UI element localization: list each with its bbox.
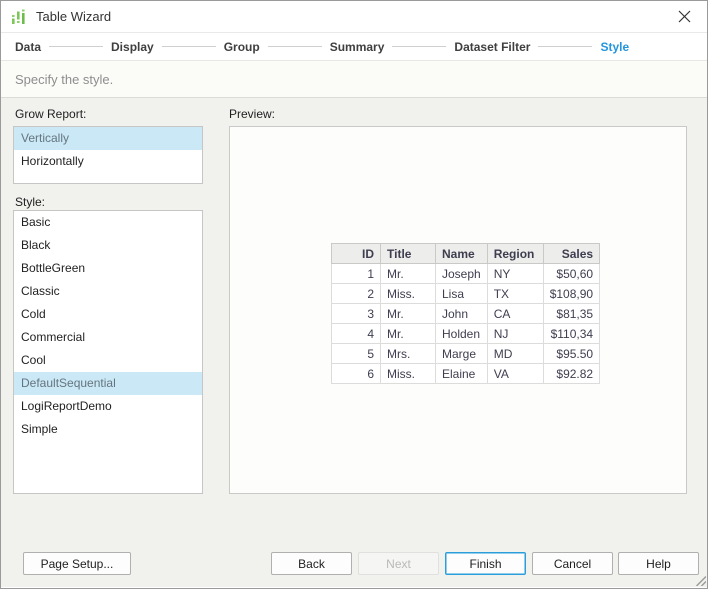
preview-table-cell: John — [435, 303, 488, 324]
window-title: Table Wizard — [36, 9, 112, 24]
grow-report-label: Grow Report: — [15, 107, 87, 121]
step-dataset-filter[interactable]: Dataset Filter — [454, 40, 530, 54]
preview-table-cell: Mr. — [380, 303, 436, 324]
style-option-bottlegreen[interactable]: BottleGreen — [14, 257, 202, 280]
preview-table-cell: Holden — [435, 323, 488, 344]
preview-table-cell: Mrs. — [380, 343, 436, 364]
preview-label: Preview: — [229, 107, 276, 121]
preview-table-cell: VA — [486, 363, 544, 384]
style-label: Style: — [15, 195, 46, 209]
page-setup-button[interactable]: Page Setup... — [23, 552, 131, 575]
preview-table-cell: NY — [486, 263, 544, 284]
preview-column-id: ID — [331, 243, 381, 264]
preview-table-body: 1 Mr. Joseph NY $50,60 2 Miss. Lisa TX $108,90 3 Mr… — [331, 263, 601, 384]
grow-report-option-vertically[interactable]: Vertically — [14, 127, 202, 150]
help-button[interactable]: Help — [618, 552, 699, 575]
table-wizard-dialog: Table Wizard Data Display Group Summary Data… — [0, 0, 708, 589]
step-connector-line — [538, 46, 593, 47]
preview-table-row: 4 Mr. Holden NJ $110,34 — [331, 323, 601, 344]
style-option-classic[interactable]: Classic — [14, 280, 202, 303]
step-connector-line — [267, 46, 322, 47]
preview-table-cell: 3 — [331, 303, 381, 324]
cancel-button[interactable]: Cancel — [532, 552, 613, 575]
preview-table: ID Title Name Region Sales 1 Mr. Joseph NY $50,6… — [331, 243, 601, 384]
titlebar: Table Wizard — [1, 1, 707, 33]
preview-table-row: 3 Mr. John CA $81,35 — [331, 303, 601, 324]
style-option-simple[interactable]: Simple — [14, 418, 202, 441]
close-button[interactable] — [671, 4, 697, 30]
step-summary[interactable]: Summary — [330, 40, 385, 54]
grow-report-option-horizontally[interactable]: Horizontally — [14, 150, 202, 173]
wizard-steps: Data Display Group Summary Dataset Filter Sty… — [1, 33, 707, 60]
style-option-cold[interactable]: Cold — [14, 303, 202, 326]
preview-table-cell: $92.82 — [542, 363, 601, 384]
preview-table-cell: $50,60 — [542, 263, 601, 284]
preview-panel: ID Title Name Region Sales 1 Mr. Joseph NY $50,6… — [229, 126, 687, 494]
style-option-logireportdemo[interactable]: LogiReportDemo — [14, 395, 202, 418]
preview-table-cell: Joseph — [435, 263, 488, 284]
back-button[interactable]: Back — [271, 552, 352, 575]
style-option-basic[interactable]: Basic — [14, 211, 202, 234]
preview-table-cell: 1 — [331, 263, 381, 284]
preview-table-cell: Mr. — [380, 323, 436, 344]
step-display[interactable]: Display — [111, 40, 154, 54]
step-connector-line — [392, 46, 447, 47]
style-listbox: Basic Black BottleGreen Classic Cold Commerci… — [13, 210, 203, 494]
preview-table-cell: $95.50 — [542, 343, 601, 364]
preview-table-cell: Miss. — [380, 363, 436, 384]
preview-table-cell: $110,34 — [542, 323, 601, 344]
next-button: Next — [358, 552, 439, 575]
preview-table-cell: 4 — [331, 323, 381, 344]
subtitle-band: Specify the style. — [1, 60, 707, 98]
style-option-commercial[interactable]: Commercial — [14, 326, 202, 349]
preview-column-title: Title — [380, 243, 436, 264]
app-icon — [12, 9, 25, 24]
preview-table-cell: 5 — [331, 343, 381, 364]
preview-table-cell: Mr. — [380, 263, 436, 284]
resize-grip-icon[interactable] — [693, 573, 706, 586]
preview-table-cell: 2 — [331, 283, 381, 304]
style-option-defaultsequential[interactable]: DefaultSequential — [14, 372, 202, 395]
preview-table-row: 5 Mrs. Marge MD $95.50 — [331, 343, 601, 364]
preview-table-cell: $81,35 — [542, 303, 601, 324]
preview-table-cell: CA — [486, 303, 544, 324]
step-data[interactable]: Data — [15, 40, 41, 54]
preview-table-cell: Miss. — [380, 283, 436, 304]
preview-table-cell: 6 — [331, 363, 381, 384]
step-group[interactable]: Group — [224, 40, 260, 54]
preview-table-cell: MD — [486, 343, 544, 364]
preview-column-name: Name — [435, 243, 488, 264]
step-connector-line — [49, 46, 104, 47]
grow-report-listbox: Vertically Horizontally — [13, 126, 203, 184]
preview-table-cell: $108,90 — [542, 283, 601, 304]
finish-button[interactable]: Finish — [445, 552, 526, 575]
style-option-cool[interactable]: Cool — [14, 349, 202, 372]
preview-table-row: 1 Mr. Joseph NY $50,60 — [331, 263, 601, 284]
preview-column-sales: Sales — [542, 243, 601, 264]
preview-table-row: 6 Miss. Elaine VA $92.82 — [331, 363, 601, 384]
preview-table-cell: TX — [486, 283, 544, 304]
preview-column-region: Region — [486, 243, 544, 264]
preview-table-header-row: ID Title Name Region Sales — [331, 243, 601, 264]
preview-table-cell: Lisa — [435, 283, 488, 304]
content-area: Grow Report: Vertically Horizontally Styl… — [1, 98, 707, 587]
close-icon — [678, 10, 690, 23]
step-style[interactable]: Style — [600, 40, 629, 54]
style-option-black[interactable]: Black — [14, 234, 202, 257]
preview-table-cell: Elaine — [435, 363, 488, 384]
preview-table-cell: NJ — [486, 323, 544, 344]
step-connector-line — [161, 46, 216, 47]
preview-table-cell: Marge — [435, 343, 488, 364]
subtitle-text: Specify the style. — [15, 71, 114, 87]
preview-table-row: 2 Miss. Lisa TX $108,90 — [331, 283, 601, 304]
